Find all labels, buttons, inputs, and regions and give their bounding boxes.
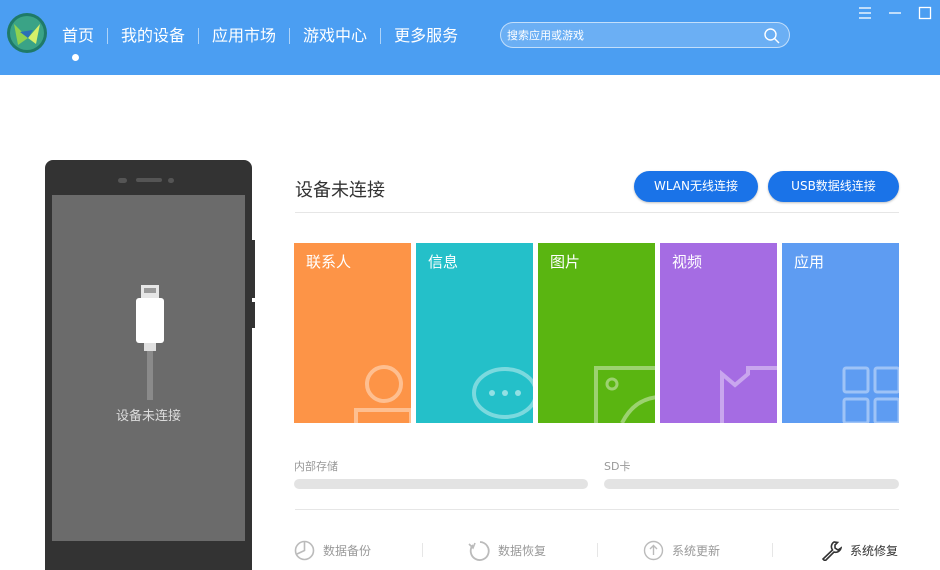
tile-apps[interactable]: 应用: [782, 243, 899, 423]
sd-card-label: SD卡: [604, 460, 631, 473]
active-indicator: [72, 54, 79, 61]
tool-separator: [772, 543, 773, 557]
phone-screen: 设备未连接: [52, 195, 245, 541]
header-divider: [295, 212, 899, 213]
tool-separator: [422, 543, 423, 557]
search-box: [500, 22, 790, 48]
nav-more-services[interactable]: 更多服务: [384, 23, 468, 49]
nav-app-market-label: 应用市场: [212, 26, 277, 45]
device-status-title: 设备未连接: [295, 180, 385, 201]
restore-label: 数据恢复: [498, 543, 547, 558]
maximize-icon[interactable]: [916, 5, 934, 21]
nav-separator: [289, 28, 291, 44]
search-input[interactable]: [507, 25, 757, 45]
phone-side-button: [252, 302, 255, 328]
usb-connect-button[interactable]: USB数据线连接: [768, 171, 899, 202]
nav-separator: [198, 28, 200, 44]
tile-messages[interactable]: 信息: [416, 243, 533, 423]
usb-cable-icon: [136, 285, 164, 400]
nav-separator: [107, 28, 109, 44]
tile-contacts[interactable]: 联系人: [294, 243, 411, 423]
backup-tool[interactable]: 数据备份: [294, 538, 371, 562]
repair-label: 系统修复: [850, 543, 899, 558]
restore-icon: [468, 540, 490, 561]
phone-sensor: [168, 178, 174, 183]
nav-my-devices[interactable]: 我的设备: [111, 23, 195, 49]
tile-videos[interactable]: 视频: [660, 243, 777, 423]
app-logo[interactable]: [6, 12, 48, 54]
storage-divider: [295, 509, 899, 510]
nav-home-label: 首页: [62, 26, 95, 45]
repair-tool[interactable]: 系统修复: [820, 538, 898, 562]
menu-icon[interactable]: [856, 5, 874, 21]
nav-more-services-label: 更多服务: [394, 26, 459, 45]
nav-home[interactable]: 首页: [52, 23, 104, 61]
video-icon: [720, 366, 777, 423]
tool-separator: [597, 543, 598, 557]
apps-icon: [842, 366, 899, 423]
message-icon: [472, 367, 533, 419]
top-bar: 首页 我的设备 应用市场 游戏中心 更多服务: [0, 0, 940, 75]
sd-card-bar: [604, 479, 899, 489]
phone-screen-status: 设备未连接: [115, 409, 181, 424]
phone-camera: [118, 178, 127, 183]
restore-tool[interactable]: 数据恢复: [468, 538, 546, 562]
update-icon: [643, 540, 664, 560]
update-label: 系统更新: [672, 543, 721, 558]
nav-app-market[interactable]: 应用市场: [202, 23, 286, 49]
nav-game-center-label: 游戏中心: [303, 26, 368, 45]
internal-storage-bar: [294, 479, 588, 489]
phone-illustration: 设备未连接: [45, 160, 252, 570]
phone-speaker: [136, 178, 162, 182]
tile-photos[interactable]: 图片: [538, 243, 655, 423]
minimize-icon[interactable]: [886, 5, 904, 21]
update-tool[interactable]: 系统更新: [643, 538, 720, 562]
phone-side-button: [252, 240, 255, 298]
wlan-connect-button[interactable]: WLAN无线连接: [634, 171, 758, 202]
nav-game-center[interactable]: 游戏中心: [293, 23, 377, 49]
main-nav: 首页 我的设备 应用市场 游戏中心 更多服务: [52, 22, 468, 61]
wrench-icon: [821, 540, 842, 561]
nav-my-devices-label: 我的设备: [121, 26, 186, 45]
search-icon[interactable]: [763, 27, 781, 45]
image-icon: [594, 366, 655, 423]
contact-icon: [354, 365, 411, 423]
internal-storage-label: 内部存储: [294, 460, 338, 473]
backup-label: 数据备份: [323, 543, 372, 558]
backup-icon: [294, 540, 315, 560]
nav-separator: [380, 28, 382, 44]
